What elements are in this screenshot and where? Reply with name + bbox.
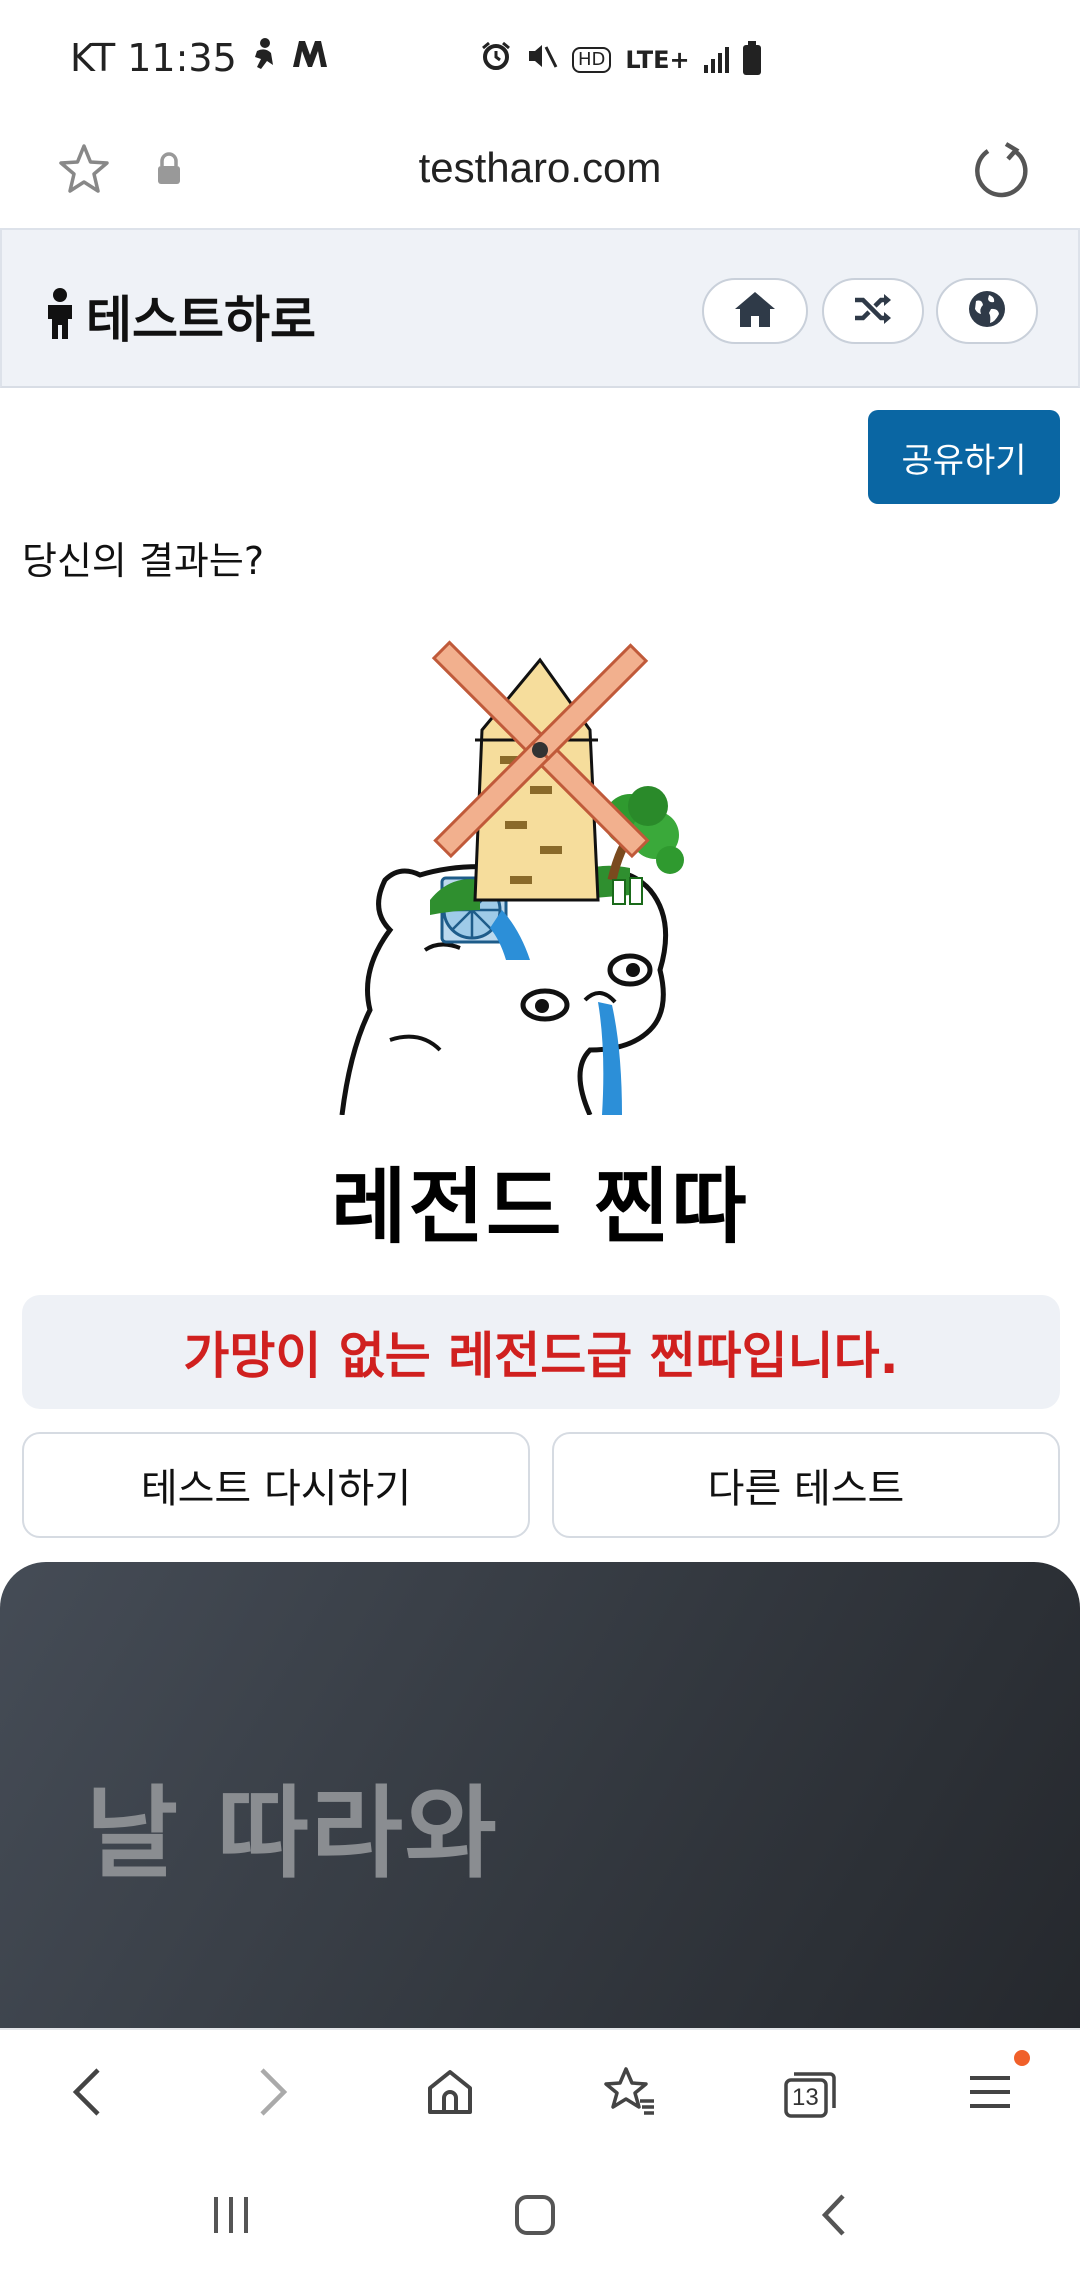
tabs-button[interactable]: 13 <box>774 2058 846 2130</box>
globe-icon <box>967 289 1007 333</box>
system-back-button[interactable] <box>800 2182 870 2252</box>
tab-count: 13 <box>792 2084 819 2111</box>
other-tests-button[interactable]: 다른 테스트 <box>552 1432 1060 1538</box>
back-button[interactable] <box>52 2058 124 2130</box>
reload-icon[interactable] <box>966 136 1036 206</box>
recents-icon <box>206 2193 256 2241</box>
bookmarks-icon <box>602 2065 658 2123</box>
site-header: 테스트하로 <box>0 228 1080 388</box>
result-description-box: 가망이 없는 레전드급 찐따입니다. <box>22 1295 1060 1409</box>
back-icon <box>68 2064 108 2124</box>
result-title: 레전드 찐따 <box>331 1160 749 1255</box>
promo-banner[interactable]: 날 따라와 <box>0 1562 1080 2042</box>
status-left: KT 11:35 <box>70 36 329 80</box>
system-home-button[interactable] <box>500 2182 570 2252</box>
recents-button[interactable] <box>196 2182 266 2252</box>
tabs-icon: 13 <box>782 2068 838 2120</box>
logo-text: 테스트하로 <box>86 291 316 349</box>
nav-random-button[interactable] <box>822 278 924 344</box>
mute-icon <box>526 41 558 79</box>
battery-icon <box>742 41 761 75</box>
person-logo-icon <box>42 287 78 345</box>
forward-icon <box>252 2064 292 2124</box>
result-description: 가망이 없는 레전드급 찐따입니다. <box>183 1327 899 1385</box>
site-logo[interactable]: 테스트하로 <box>42 280 316 352</box>
signal-icon <box>703 47 729 73</box>
system-nav-bar <box>0 2156 1080 2280</box>
menu-icon <box>966 2070 1014 2118</box>
carrier-time: KT 11:35 <box>70 36 237 80</box>
browser-toolbar: 13 <box>0 2028 1080 2156</box>
hd-icon: HD <box>572 47 612 73</box>
m-icon <box>291 38 329 78</box>
shuffle-icon <box>853 291 893 331</box>
notification-dot <box>1014 2050 1030 2066</box>
nav-home-button[interactable] <box>702 278 808 344</box>
result-illustration <box>330 610 750 1117</box>
alarm-icon <box>480 40 512 80</box>
home-icon <box>511 2191 559 2243</box>
lte-icon: LTE+ <box>625 46 690 74</box>
result-prompt: 당신의 결과는? <box>22 539 265 583</box>
status-bar: KT 11:35 HD LTE+ <box>0 0 1080 120</box>
nav-language-button[interactable] <box>936 278 1038 344</box>
browser-home-button[interactable] <box>414 2058 486 2130</box>
menu-button[interactable] <box>954 2058 1026 2130</box>
forward-button[interactable] <box>236 2058 308 2130</box>
url-text[interactable]: testharo.com <box>0 144 1080 192</box>
home-icon <box>424 2066 476 2122</box>
share-button[interactable]: 공유하기 <box>868 410 1060 504</box>
url-bar: testharo.com <box>0 120 1080 228</box>
promo-text: 날 따라와 <box>86 1775 499 1892</box>
status-right: HD LTE+ <box>480 40 761 80</box>
home-icon <box>733 289 777 333</box>
bookmarks-button[interactable] <box>594 2058 666 2130</box>
retry-test-button[interactable]: 테스트 다시하기 <box>22 1432 530 1538</box>
back-icon <box>815 2190 855 2244</box>
person-icon <box>251 36 277 80</box>
